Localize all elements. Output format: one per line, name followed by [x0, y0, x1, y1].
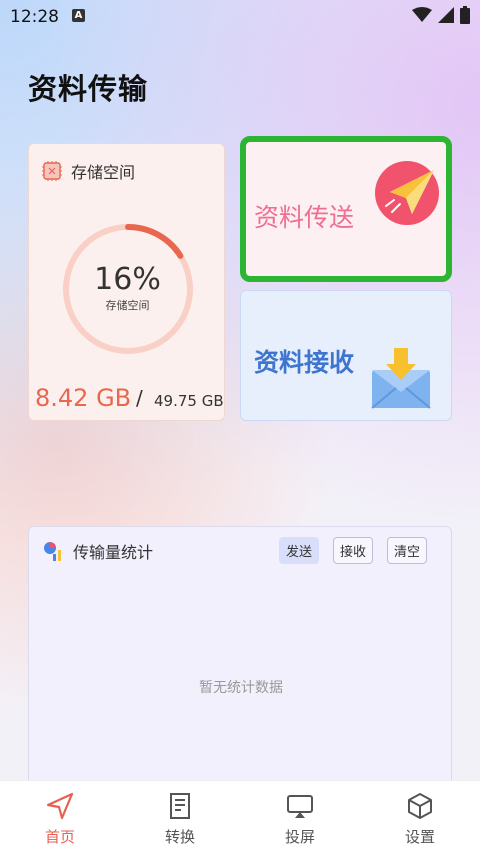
status-bar: 12:28 A — [0, 0, 480, 34]
storage-percent: 16% — [94, 262, 161, 297]
storage-card[interactable]: 存储空间 16% 存储空间 8.42 GB / 49.75 GB — [28, 143, 225, 421]
stats-empty-message: 暂无统计数据 — [199, 680, 283, 696]
nav-item-convert[interactable]: 转换 — [120, 781, 240, 854]
pie-chart-icon — [44, 542, 61, 561]
send-card[interactable]: 资料传送 — [240, 136, 452, 282]
wifi-icon — [412, 7, 432, 22]
storage-title: 存储空间 — [71, 163, 136, 182]
nav-item-settings[interactable]: 设置 — [360, 781, 480, 854]
bottom-nav: 首页 转换 投屏 设置 — [0, 780, 480, 854]
inbox-envelope-icon — [371, 348, 431, 409]
send-arrow-icon — [46, 792, 74, 820]
cube-icon — [408, 793, 432, 819]
nav-item-cast[interactable]: 投屏 — [240, 781, 360, 854]
battery-icon — [460, 6, 470, 24]
nav-item-home[interactable]: 首页 — [0, 781, 120, 854]
stats-send-button[interactable]: 发送 — [278, 537, 319, 564]
storage-used: 8.42 GB — [35, 384, 132, 412]
receive-card[interactable]: 资料接收 — [240, 290, 452, 421]
signal-icon — [438, 7, 454, 23]
receive-label: 资料接收 — [254, 348, 355, 377]
document-icon — [170, 793, 190, 819]
paper-plane-icon — [375, 161, 439, 225]
stats-clear-button[interactable]: 清空 — [386, 537, 427, 564]
nav-label: 首页 — [44, 828, 75, 846]
nav-label: 投屏 — [284, 828, 315, 846]
stats-title: 传输量统计 — [73, 543, 154, 562]
page-title: 资料传输 — [28, 72, 149, 106]
cast-screen-icon — [287, 795, 313, 818]
nav-label: 转换 — [164, 828, 195, 846]
stats-receive-button[interactable]: 接收 — [332, 537, 373, 564]
nav-label: 设置 — [404, 828, 435, 846]
storage-ring-label: 存储空间 — [105, 299, 150, 312]
stats-filter-buttons: 发送 接收 清空 — [278, 537, 427, 564]
storage-chip-icon — [42, 161, 62, 181]
send-label: 资料传送 — [254, 203, 355, 232]
status-time: 12:28 — [10, 7, 59, 27]
status-icons — [412, 6, 470, 24]
storage-separator: / — [136, 386, 143, 410]
stats-header: 传输量统计 — [43, 539, 153, 563]
storage-header: 存储空间 — [41, 159, 135, 183]
storage-total: 49.75 GB — [154, 392, 224, 410]
notification-badge-icon: A — [72, 9, 85, 22]
